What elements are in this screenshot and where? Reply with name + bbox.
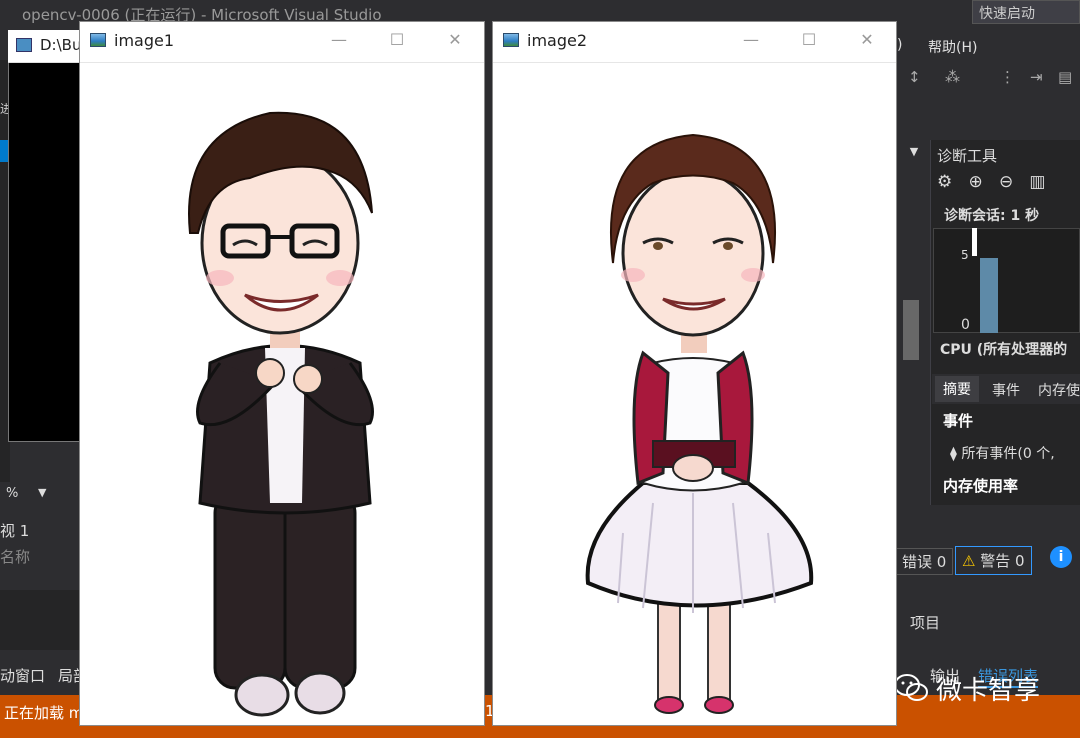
left-panel-area [0, 590, 80, 650]
diagnostic-toolbar: ⚙ ⊕ ⊖ ▥ [937, 172, 1045, 192]
chart-icon[interactable]: ▥ [1029, 172, 1045, 192]
quick-launch-input[interactable]: 快速启动 [972, 0, 1080, 24]
console-icon [16, 38, 32, 52]
warnings-label: 警告 0 [980, 552, 1025, 570]
format-icon[interactable]: ⋮ [1000, 68, 1015, 86]
warnings-filter-button[interactable]: ⚠ 警告 0 [955, 546, 1032, 575]
maximize-icon[interactable]: ☐ [382, 30, 412, 49]
tab-events[interactable]: 事件 [992, 380, 1020, 400]
image-window-1[interactable]: image1 — ☐ ✕ [79, 21, 485, 726]
zoom-level[interactable]: % [6, 486, 18, 501]
pattern-icon[interactable]: ⁂ [945, 68, 960, 86]
menu-item-help[interactable]: 帮助(H) [928, 37, 977, 57]
status-text: 正在加载 m [4, 704, 84, 722]
image-window-2[interactable]: image2 — ☐ ✕ [492, 21, 897, 726]
events-icon: ⧫ [950, 446, 962, 462]
console-window[interactable] [8, 30, 83, 442]
maximize-icon[interactable]: ☐ [794, 30, 824, 49]
memory-usage-bar [980, 258, 998, 333]
events-heading: 事件 [943, 412, 974, 430]
vs-toolbar [897, 60, 1080, 96]
all-events-item[interactable]: ⧫ 所有事件(0 个, [950, 443, 1055, 463]
sort-icon[interactable]: ↕ [908, 68, 921, 86]
comment-icon[interactable]: ▤ [1058, 68, 1072, 86]
tab-autos[interactable]: 动窗口 [0, 665, 45, 686]
timeline-marker[interactable] [972, 228, 977, 256]
info-icon[interactable]: i [1050, 546, 1072, 568]
errors-filter-button[interactable]: 错误 0 [895, 548, 954, 575]
all-events-label: 所有事件(0 个, [961, 446, 1055, 462]
close-icon[interactable]: ✕ [440, 30, 470, 49]
image-canvas [80, 63, 484, 725]
zoom-in-icon[interactable]: ⊕ [968, 172, 982, 192]
image-canvas [493, 63, 896, 725]
window-app-icon [90, 33, 106, 47]
window-title: image1 [114, 31, 175, 50]
name-column-header: 名称 [0, 548, 31, 566]
cartoon-woman-image [585, 133, 814, 714]
warning-icon: ⚠ [962, 552, 981, 570]
minimize-icon[interactable]: — [324, 30, 354, 49]
console-title: D:\Bu [40, 36, 82, 54]
window-app-icon [503, 33, 519, 47]
chart-axis-tick: 5 [961, 248, 969, 262]
window-title-bar[interactable]: image1 — ☐ ✕ [80, 22, 484, 63]
scrollbar-thumb[interactable] [903, 300, 919, 360]
watermark-text: 微卡智享 [936, 676, 1041, 706]
chevron-down-icon[interactable]: ▼ [38, 486, 46, 499]
memory-usage-heading: 内存使用率 [943, 477, 1019, 495]
window-title: image2 [527, 31, 588, 50]
menu-item-fragment[interactable]: ) [897, 37, 902, 53]
minimize-icon[interactable]: — [736, 30, 766, 49]
left-strip-selection [0, 140, 8, 162]
tab-summary[interactable]: 摘要 [935, 376, 979, 402]
chevron-down-icon[interactable]: ▼ [898, 145, 930, 165]
indent-icon[interactable]: ⇥ [1030, 68, 1043, 86]
project-column-header: 项目 [910, 614, 941, 632]
diagnostic-tools-title: 诊断工具 [937, 147, 998, 165]
window-title-bar[interactable]: image2 — ☐ ✕ [493, 22, 896, 63]
cpu-section-header[interactable]: CPU (所有处理器的 [940, 339, 1067, 359]
gear-icon[interactable]: ⚙ [937, 172, 952, 192]
chart-axis-tick: 0 [961, 317, 970, 333]
cartoon-man-image [188, 111, 374, 717]
watch-window-label: 视 1 [0, 522, 30, 540]
wechat-logo-icon [894, 674, 928, 701]
diagnostic-session-time: 诊断会话: 1 秒 [944, 208, 1040, 224]
zoom-out-icon[interactable]: ⊖ [999, 172, 1013, 192]
tab-memory[interactable]: 内存使 [1038, 380, 1080, 400]
close-icon[interactable]: ✕ [852, 30, 882, 49]
diagnostic-timeline-chart [933, 228, 1080, 333]
